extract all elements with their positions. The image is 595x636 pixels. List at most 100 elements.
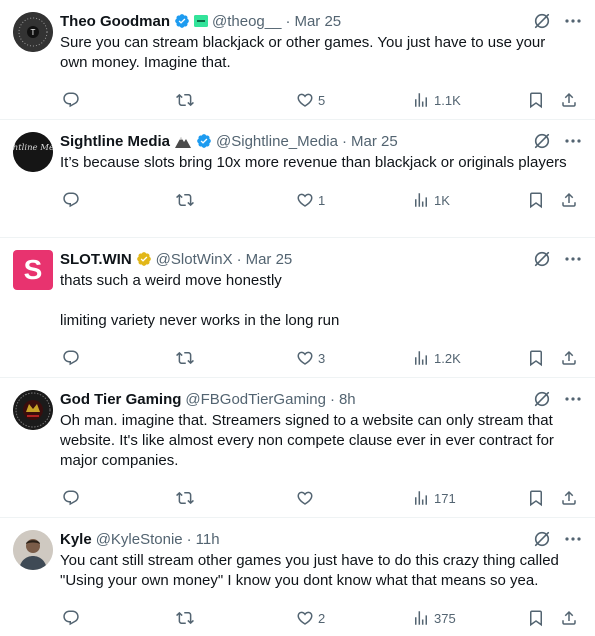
like-count: 1: [318, 192, 326, 208]
avatar[interactable]: [13, 390, 53, 430]
retweet-button[interactable]: [176, 191, 198, 209]
verified-badge-icon: [174, 13, 190, 29]
tweet[interactable]: God Tier Gaming @FBGodTierGaming · 8h Oh…: [0, 378, 595, 518]
retweet-icon: [176, 491, 194, 505]
views-button[interactable]: 1.1K: [412, 91, 461, 109]
bookmark-button[interactable]: [527, 609, 545, 627]
display-name[interactable]: Sightline Media: [60, 133, 170, 150]
timestamp[interactable]: Mar 25: [246, 251, 293, 268]
tweet-header: Theo Goodman @theog__ · Mar 25: [60, 10, 581, 32]
views-button[interactable]: 171: [412, 489, 456, 507]
separator-dot: ·: [329, 390, 335, 408]
retweet-button[interactable]: [176, 609, 198, 627]
like-button[interactable]: 1: [296, 191, 325, 209]
separator-dot: ·: [285, 12, 291, 30]
share-button[interactable]: [560, 191, 578, 209]
grok-icon[interactable]: [533, 12, 551, 30]
display-name[interactable]: Kyle: [60, 531, 92, 548]
heart-icon: [297, 93, 313, 107]
avatar[interactable]: Sightline Media: [13, 132, 53, 172]
handle[interactable]: @FBGodTierGaming: [185, 391, 326, 408]
like-count: 5: [318, 92, 326, 108]
retweet-icon: [176, 351, 194, 365]
view-count: 1.2K: [434, 350, 461, 366]
views-chart-icon: [415, 491, 427, 505]
display-name[interactable]: Theo Goodman: [60, 13, 170, 30]
views-chart-icon: [415, 351, 427, 365]
bookmark-button[interactable]: [527, 91, 545, 109]
bookmark-button[interactable]: [527, 349, 545, 367]
handle[interactable]: @theog__: [212, 13, 281, 30]
reply-icon: [63, 610, 79, 626]
retweet-button[interactable]: [176, 91, 198, 109]
view-count: 375: [434, 610, 456, 626]
like-button[interactable]: 3: [296, 349, 325, 367]
avatar[interactable]: S: [13, 250, 53, 290]
views-button[interactable]: 375: [412, 609, 456, 627]
more-options-icon[interactable]: [565, 139, 581, 143]
grok-icon[interactable]: [533, 250, 551, 268]
display-name[interactable]: God Tier Gaming: [60, 391, 181, 408]
tweet-header-actions: [533, 12, 581, 30]
reply-button[interactable]: [62, 191, 84, 209]
view-count: 1.1K: [434, 92, 461, 108]
views-chart-icon: [415, 193, 427, 207]
timestamp[interactable]: Mar 25: [351, 133, 398, 150]
bookmark-icon: [530, 92, 542, 109]
retweet-button[interactable]: [176, 489, 198, 507]
handle[interactable]: @SlotWinX: [156, 251, 233, 268]
bookmark-button[interactable]: [527, 191, 545, 209]
tweet[interactable]: Sightline Media Sightline Media @Sightli…: [0, 120, 595, 238]
bookmark-icon: [530, 610, 542, 627]
tweet[interactable]: Kyle @KyleStonie · 11h You cant still st…: [0, 518, 595, 636]
reply-button[interactable]: [62, 609, 84, 627]
retweet-button[interactable]: [176, 349, 198, 367]
share-icon: [562, 610, 576, 625]
grok-icon[interactable]: [533, 132, 551, 150]
reply-icon: [63, 92, 79, 108]
tweet-header-actions: [533, 132, 581, 150]
tweet[interactable]: S SLOT.WIN @SlotWinX · Mar 25 thats such…: [0, 238, 595, 378]
timestamp[interactable]: 11h: [196, 531, 220, 548]
views-button[interactable]: 1.2K: [412, 349, 461, 367]
grok-icon[interactable]: [533, 530, 551, 548]
share-button[interactable]: [560, 91, 578, 109]
more-options-icon[interactable]: [565, 537, 581, 541]
reply-button[interactable]: [62, 489, 84, 507]
tweet-header-actions: [533, 250, 581, 268]
avatar[interactable]: [13, 530, 53, 570]
reply-button[interactable]: [62, 91, 84, 109]
grok-icon[interactable]: [533, 390, 551, 408]
share-button[interactable]: [560, 349, 578, 367]
reply-button[interactable]: [62, 349, 84, 367]
separator-dot: ·: [236, 250, 242, 268]
handle[interactable]: @Sightline_Media: [216, 133, 338, 150]
more-options-icon[interactable]: [565, 397, 581, 401]
retweet-icon: [176, 611, 194, 625]
like-button[interactable]: 5: [296, 91, 325, 109]
display-name[interactable]: SLOT.WIN: [60, 251, 132, 268]
share-button[interactable]: [560, 489, 578, 507]
like-button[interactable]: 2: [296, 609, 325, 627]
handle[interactable]: @KyleStonie: [96, 531, 183, 548]
bookmark-icon: [530, 192, 542, 209]
tweet-header: God Tier Gaming @FBGodTierGaming · 8h: [60, 388, 581, 410]
views-chart-icon: [415, 93, 427, 107]
views-button[interactable]: 1K: [412, 191, 450, 209]
share-button[interactable]: [560, 609, 578, 627]
tweet[interactable]: T Theo Goodman @theog__ · Mar 25 Sure yo…: [0, 0, 595, 120]
svg-text:T: T: [31, 28, 36, 37]
timestamp[interactable]: 8h: [339, 391, 356, 408]
reply-icon: [63, 490, 79, 506]
avatar[interactable]: T: [13, 12, 53, 52]
heart-icon: [297, 351, 313, 365]
share-icon: [562, 350, 576, 365]
bookmark-icon: [530, 490, 542, 507]
reply-feed: T Theo Goodman @theog__ · Mar 25 Sure yo…: [0, 0, 595, 636]
bookmark-button[interactable]: [527, 489, 545, 507]
timestamp[interactable]: Mar 25: [294, 13, 341, 30]
views-chart-icon: [415, 611, 427, 625]
more-options-icon[interactable]: [565, 19, 581, 23]
more-options-icon[interactable]: [565, 257, 581, 261]
like-button[interactable]: [296, 489, 318, 507]
